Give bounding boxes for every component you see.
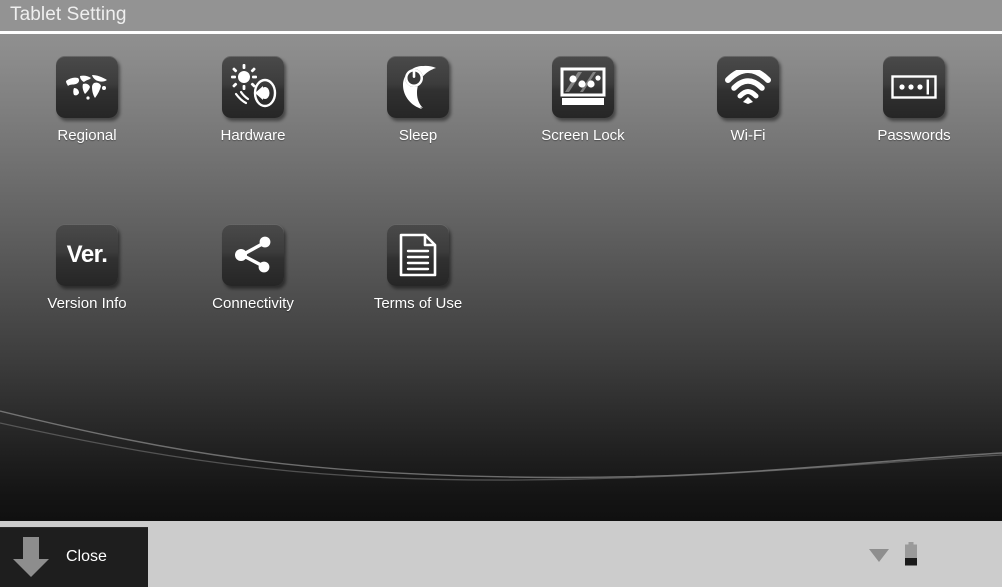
settings-item-wi-fi[interactable]: Wi-Fi <box>665 56 831 144</box>
document-lines-icon <box>387 224 449 286</box>
screen-lock-icon <box>552 56 614 118</box>
version-tile-text: Ver. <box>66 241 108 268</box>
bottom-bar: Close <box>0 521 1002 587</box>
wifi-icon <box>717 56 779 118</box>
title-bar: Tablet Setting <box>0 0 1002 31</box>
settings-item-connectivity[interactable]: Connectivity <box>170 224 336 312</box>
settings-item-label: Hardware <box>220 127 286 144</box>
page-title: Tablet Setting <box>10 4 127 25</box>
settings-item-label: Terms of Use <box>373 295 463 312</box>
settings-item-label: Connectivity <box>212 295 294 312</box>
brightness-sound-icon <box>222 56 284 118</box>
settings-item-label: Version Info <box>47 295 127 312</box>
battery-status-icon <box>905 542 917 566</box>
tablet-settings-window: Tablet Setting Regional Hardware Sleep S… <box>0 0 1002 587</box>
wifi-status-icon <box>869 549 889 562</box>
share-nodes-icon <box>222 224 284 286</box>
settings-item-label: Passwords <box>877 127 951 144</box>
version-text-icon: Ver. <box>56 224 118 286</box>
settings-item-passwords[interactable]: Passwords <box>831 56 997 144</box>
settings-item-screen-lock[interactable]: Screen Lock <box>500 56 666 144</box>
status-icons <box>868 521 918 587</box>
world-map-icon <box>56 56 118 118</box>
settings-item-sleep[interactable]: Sleep <box>335 56 501 144</box>
settings-item-label: Sleep <box>398 127 438 144</box>
settings-item-version-info[interactable]: Ver. Version Info <box>4 224 170 312</box>
settings-content-area: Regional Hardware Sleep Screen Lock Wi-F… <box>0 34 1002 521</box>
settings-item-regional[interactable]: Regional <box>4 56 170 144</box>
settings-item-hardware[interactable]: Hardware <box>170 56 336 144</box>
settings-item-label: Regional <box>57 127 117 144</box>
settings-item-terms-of-use[interactable]: Terms of Use <box>335 224 501 312</box>
close-button[interactable]: Close <box>0 527 148 587</box>
settings-icon-grid: Regional Hardware Sleep Screen Lock Wi-F… <box>0 34 1002 521</box>
settings-item-label: Screen Lock <box>541 127 625 144</box>
settings-item-label: Wi-Fi <box>730 127 766 144</box>
moon-power-icon <box>387 56 449 118</box>
close-button-label: Close <box>66 548 107 565</box>
down-arrow-icon <box>13 537 49 577</box>
password-field-icon <box>883 56 945 118</box>
